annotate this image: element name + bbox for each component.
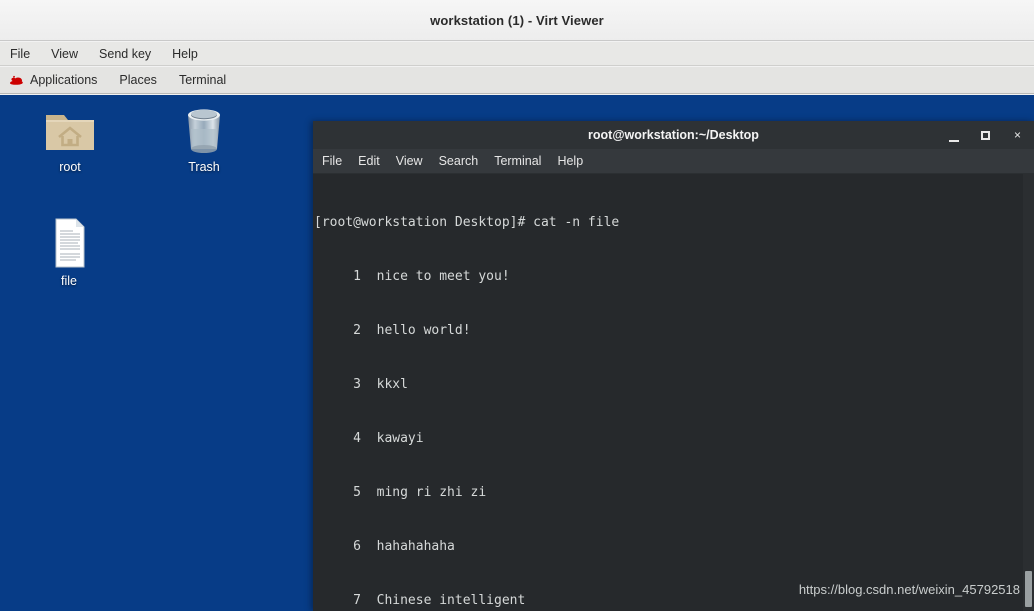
gnome-top-panel: Applications Places Terminal bbox=[0, 67, 1034, 94]
terminal-scrollbar-thumb[interactable] bbox=[1025, 571, 1032, 607]
minimize-icon[interactable] bbox=[947, 129, 960, 142]
terminal-menu-view[interactable]: View bbox=[396, 154, 423, 168]
terminal-menu-search[interactable]: Search bbox=[439, 154, 479, 168]
terminal-line: 3 kkxl bbox=[314, 377, 408, 392]
desktop-icon-trash[interactable]: Trash bbox=[159, 103, 249, 174]
desktop-icon-root[interactable]: root bbox=[25, 103, 115, 174]
terminal-menu-file[interactable]: File bbox=[322, 154, 342, 168]
close-icon[interactable]: × bbox=[1011, 129, 1024, 142]
terminal-menubar: File Edit View Search Terminal Help bbox=[313, 149, 1034, 174]
menu-send-key[interactable]: Send key bbox=[97, 46, 153, 62]
viewer-menubar: File View Send key Help bbox=[0, 42, 1034, 66]
guest-desktop[interactable]: root Trash file root@workstation:~/Deskt… bbox=[0, 95, 1034, 611]
terminal-line: 4 kawayi bbox=[314, 431, 424, 446]
panel-item-terminal[interactable]: Terminal bbox=[179, 73, 226, 87]
menu-file[interactable]: File bbox=[8, 46, 32, 62]
menu-help[interactable]: Help bbox=[170, 46, 200, 62]
terminal-scrollbar[interactable] bbox=[1023, 174, 1034, 611]
terminal-menu-edit[interactable]: Edit bbox=[358, 154, 380, 168]
trash-can-icon bbox=[181, 103, 227, 155]
desktop-icon-trash-label: Trash bbox=[188, 160, 220, 174]
desktop-icon-file-label: file bbox=[61, 274, 77, 288]
redhat-hat-icon bbox=[9, 74, 24, 86]
text-document-icon bbox=[48, 217, 90, 269]
panel-applications-label: Applications bbox=[30, 73, 98, 87]
terminal-menu-help[interactable]: Help bbox=[557, 154, 583, 168]
home-folder-icon bbox=[43, 103, 97, 155]
desktop-icon-root-label: root bbox=[59, 160, 81, 174]
terminal-line: 5 ming ri zhi zi bbox=[314, 485, 487, 500]
desktop-icon-file[interactable]: file bbox=[24, 217, 114, 288]
terminal-titlebar[interactable]: root@workstation:~/Desktop × bbox=[313, 121, 1034, 149]
panel-item-applications[interactable]: Applications bbox=[9, 73, 97, 87]
virt-viewer-window: workstation (1) - Virt Viewer File View … bbox=[0, 0, 1034, 611]
watermark-text: https://blog.csdn.net/weixin_45792518 bbox=[798, 582, 1020, 597]
terminal-line: 6 hahahahaha bbox=[314, 539, 455, 554]
window-title: workstation (1) - Virt Viewer bbox=[430, 12, 604, 28]
terminal-title: root@workstation:~/Desktop bbox=[588, 128, 759, 142]
terminal-line: 1 nice to meet you! bbox=[314, 269, 510, 284]
menu-view[interactable]: View bbox=[49, 46, 80, 62]
terminal-window: root@workstation:~/Desktop × File Edit V… bbox=[313, 121, 1034, 611]
terminal-line: 2 hello world! bbox=[314, 323, 471, 338]
terminal-window-controls: × bbox=[947, 121, 1024, 149]
maximize-icon[interactable] bbox=[979, 129, 992, 142]
window-titlebar: workstation (1) - Virt Viewer bbox=[0, 0, 1034, 41]
terminal-line: [root@workstation Desktop]# cat -n file bbox=[314, 215, 620, 230]
terminal-output[interactable]: [root@workstation Desktop]# cat -n file … bbox=[313, 174, 1034, 611]
panel-item-places[interactable]: Places bbox=[119, 73, 157, 87]
terminal-menu-terminal[interactable]: Terminal bbox=[494, 154, 541, 168]
